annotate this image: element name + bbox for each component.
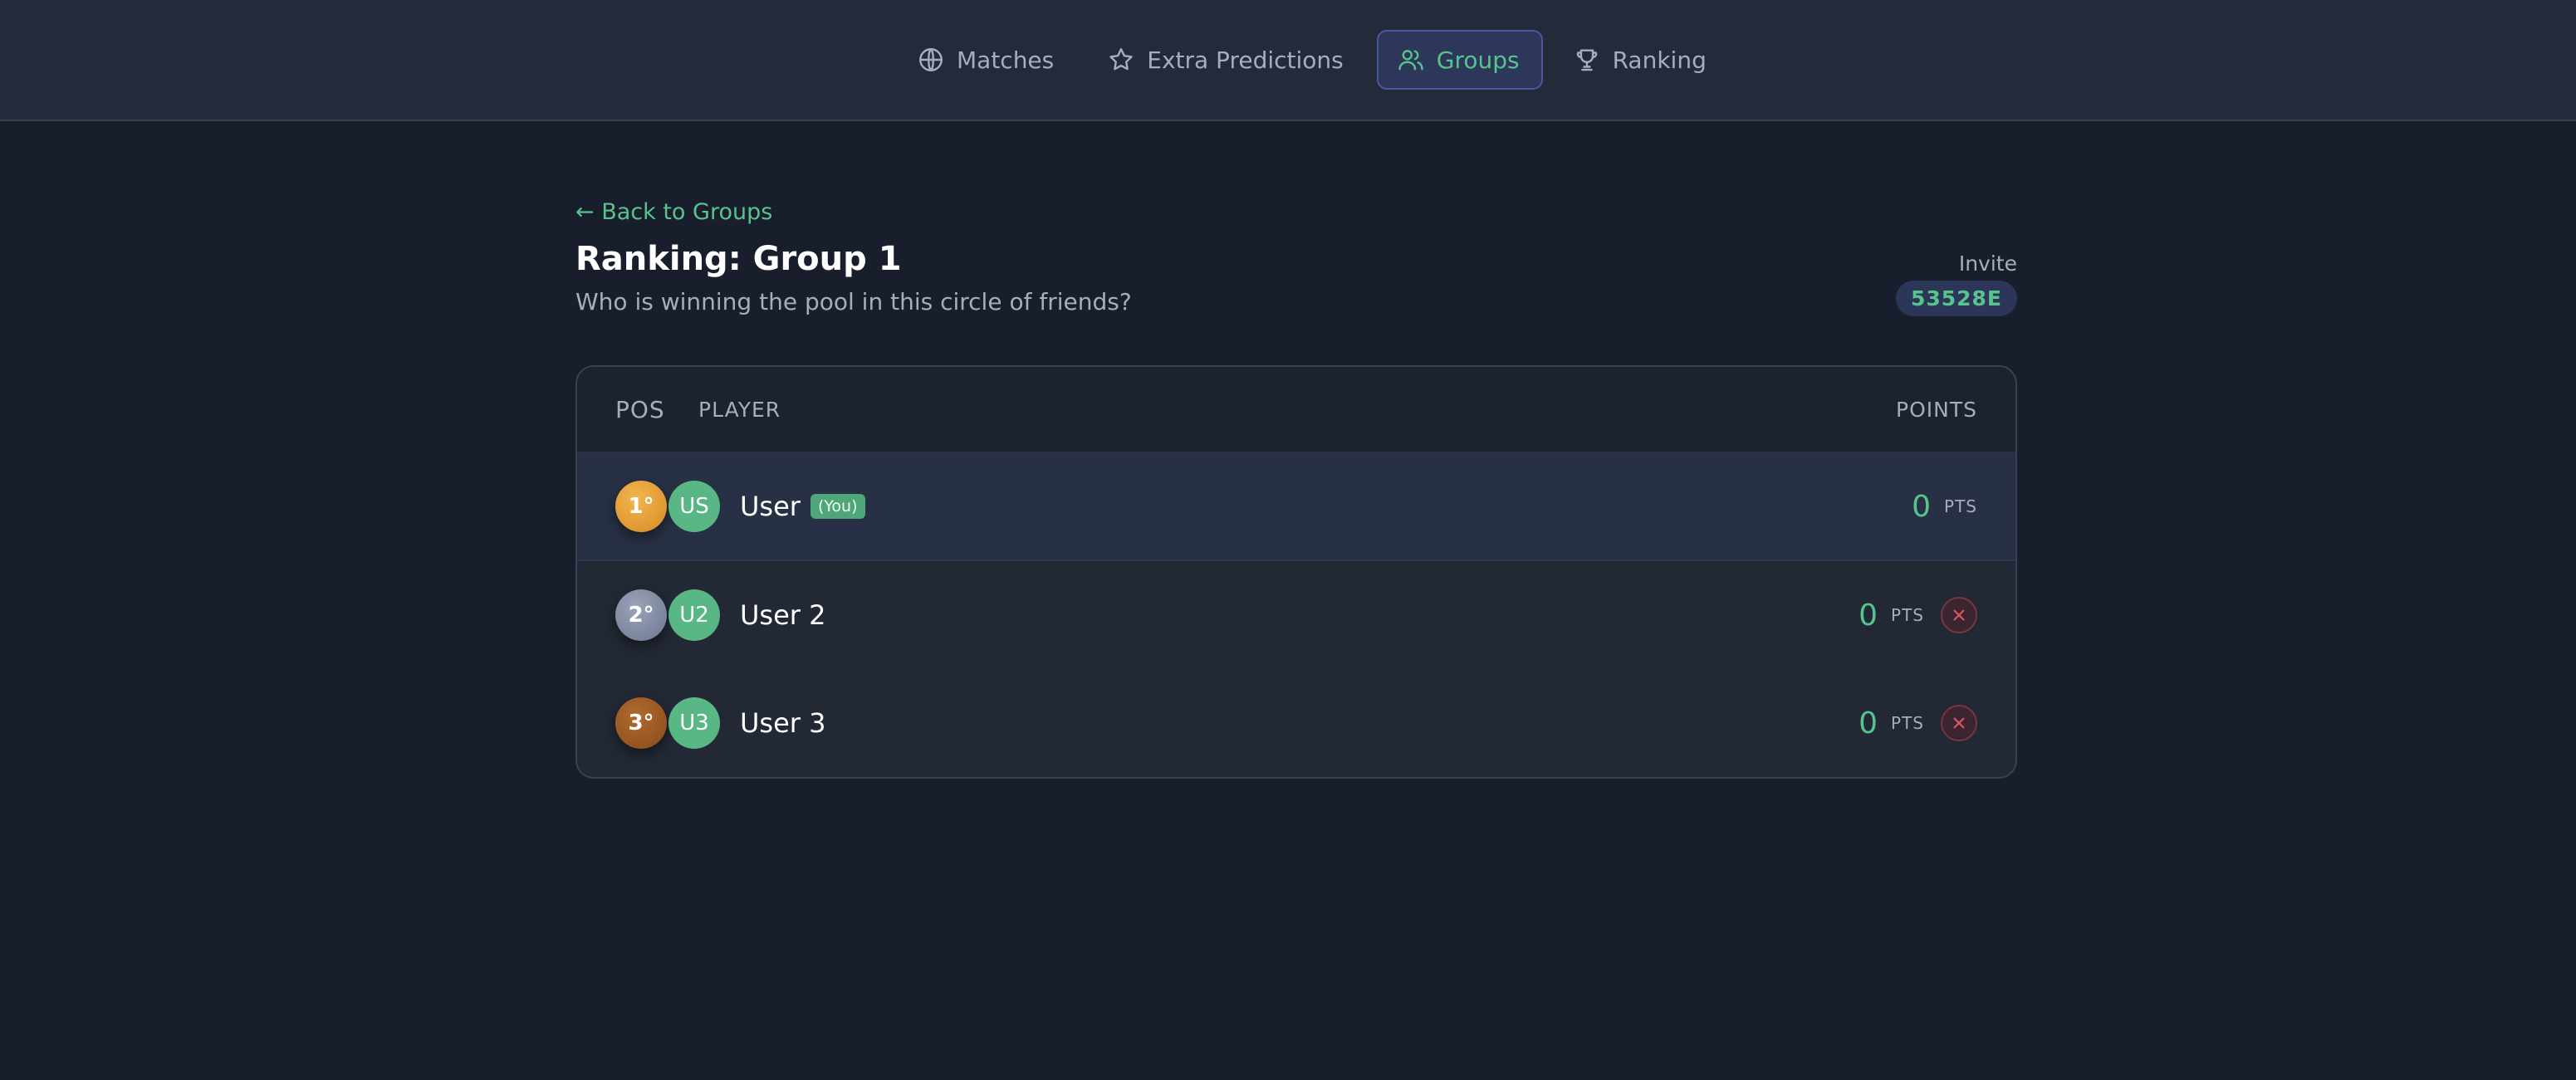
avatar: US xyxy=(668,481,720,532)
trophy-icon xyxy=(1576,49,1597,71)
star-icon xyxy=(1109,48,1133,71)
header-player: PLAYER xyxy=(698,397,781,422)
points-unit: PTS xyxy=(1891,605,1924,625)
page-subtitle: Who is winning the pool in this circle o… xyxy=(575,288,1132,315)
table-row: 3° U3 User 3 0 PTS xyxy=(577,669,2015,777)
position-medal: 3° xyxy=(615,697,667,749)
invite-block: Invite 53528E xyxy=(1895,252,2017,316)
nav-matches[interactable]: Matches xyxy=(897,30,1077,90)
nav-extra-predictions-label: Extra Predictions xyxy=(1147,46,1344,74)
users-icon xyxy=(1398,50,1423,71)
table-header: POS PLAYER POINTS xyxy=(577,367,2015,453)
remove-member-button[interactable] xyxy=(1941,705,1977,741)
header-pos: POS xyxy=(615,395,665,423)
position-medal: 2° xyxy=(615,589,667,641)
close-icon xyxy=(1953,609,1965,621)
header-points: POINTS xyxy=(1896,397,1977,422)
globe-icon xyxy=(919,48,943,71)
points-unit: PTS xyxy=(1891,713,1924,733)
remove-member-button[interactable] xyxy=(1941,597,1977,633)
back-link-label: ← Back to Groups xyxy=(575,199,773,225)
close-icon xyxy=(1953,717,1965,729)
points-value: 0 xyxy=(1859,706,1878,740)
nav-groups-label: Groups xyxy=(1436,46,1520,74)
points-value: 0 xyxy=(1859,598,1878,633)
points-value: 0 xyxy=(1912,489,1932,524)
invite-code-badge[interactable]: 53528E xyxy=(1895,281,2017,316)
you-badge: (You) xyxy=(810,494,865,519)
nav-ranking[interactable]: Ranking xyxy=(1553,30,1730,90)
page-header: Ranking: Group 1 Who is winning the pool… xyxy=(575,240,2017,340)
ranking-table: POS PLAYER POINTS 1° US User (You) 0 PTS… xyxy=(575,365,2017,779)
top-navbar: Matches Extra Predictions Groups Ranking xyxy=(0,0,2576,121)
nav-ranking-label: Ranking xyxy=(1612,46,1707,74)
nav-extra-predictions[interactable]: Extra Predictions xyxy=(1087,30,1367,90)
nav-groups[interactable]: Groups xyxy=(1376,30,1543,90)
avatar: U2 xyxy=(668,589,720,641)
player-name: User xyxy=(740,491,801,522)
table-row: 2° U2 User 2 0 PTS xyxy=(577,561,2015,669)
main-nav: Matches Extra Predictions Groups Ranking xyxy=(897,28,1730,91)
points-unit: PTS xyxy=(1944,496,1977,516)
position-medal: 1° xyxy=(615,481,667,532)
player-name: User 2 xyxy=(740,599,826,631)
main-content: ← Back to Groups Ranking: Group 1 Who is… xyxy=(575,199,2017,779)
nav-matches-label: Matches xyxy=(957,46,1055,74)
table-row: 1° US User (You) 0 PTS xyxy=(577,453,2015,561)
back-to-groups-link[interactable]: ← Back to Groups xyxy=(575,199,772,225)
player-name: User 3 xyxy=(740,707,826,739)
page-title: Ranking: Group 1 xyxy=(575,240,902,278)
invite-label: Invite xyxy=(1958,252,2017,276)
avatar: U3 xyxy=(668,697,720,749)
